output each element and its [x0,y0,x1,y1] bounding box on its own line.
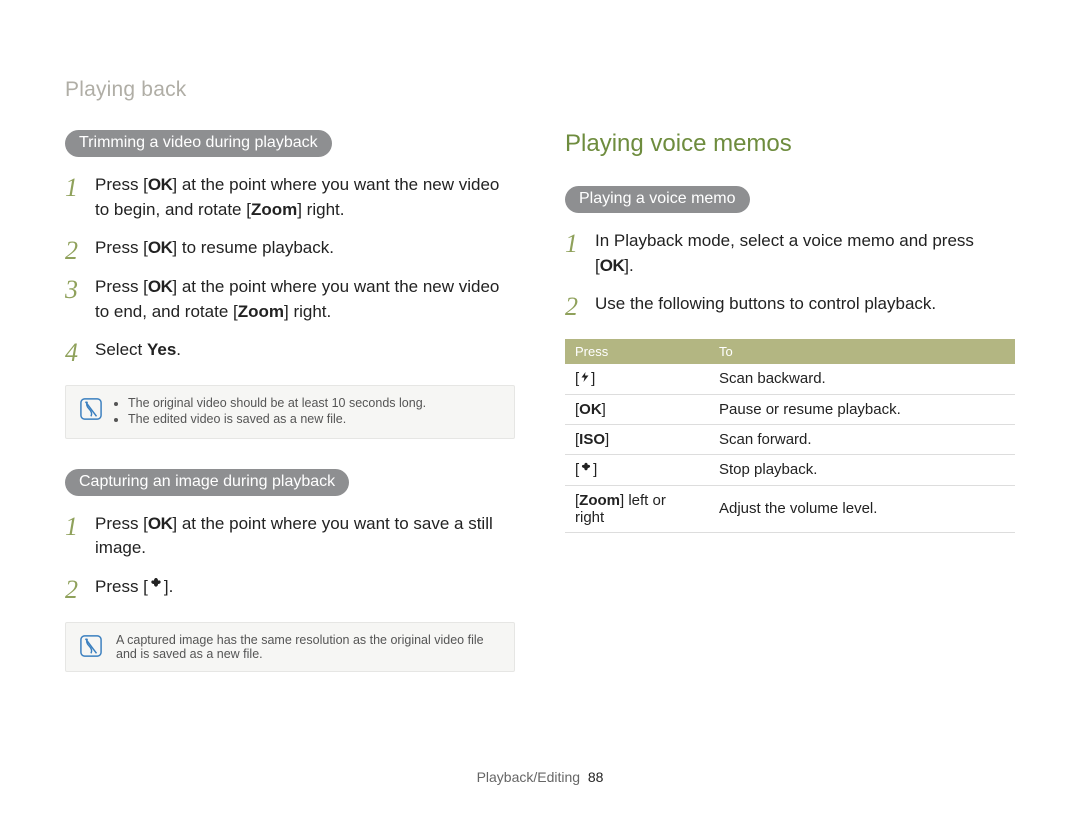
content-columns: Trimming a video during playback 1 Press… [65,130,1015,702]
steps-capturing: 1 Press [OK] at the point where you want… [65,512,515,600]
table-key-cell: [OK] [565,394,709,424]
zoom-label: Zoom [579,492,620,509]
table-row: [Zoom] left or right Adjust the volume l… [565,485,1015,532]
step-text: Select [95,340,147,359]
step-number: 2 [565,288,578,326]
pill-trimming-video: Trimming a video during playback [65,130,332,157]
steps-trimming: 1 Press [OK] at the point where you want… [65,173,515,363]
step-text: ] to resume playback. [172,238,334,257]
table-row: [OK] Pause or resume playback. [565,394,1015,424]
note-item: The original video should be at least 10… [128,396,426,410]
pill-capturing-image: Capturing an image during playback [65,469,349,496]
ok-key: OK [600,256,625,275]
table-desc-cell: Adjust the volume level. [709,485,1015,532]
table-row: [ISO] Scan forward. [565,424,1015,454]
pill-playing-voice-memo: Playing a voice memo [565,186,750,213]
flash-icon [579,370,591,388]
footer-section: Playback/Editing [477,769,581,785]
ok-key: OK [148,238,173,257]
step-text: ] right. [297,200,344,219]
note-icon [80,398,102,420]
ok-key: OK [148,175,173,194]
step-text: Press [ [95,238,148,257]
zoom-label: Zoom [238,302,284,321]
step-number: 1 [565,225,578,263]
table-desc-cell: Scan backward. [709,364,1015,395]
note-text: A captured image has the same resolution… [114,633,500,661]
step-number: 1 [65,169,78,207]
left-column: Trimming a video during playback 1 Press… [65,130,515,702]
step-item: 2 Press [OK] to resume playback. [65,236,515,261]
page-footer: Playback/Editing 88 [0,769,1080,785]
step-text: . [176,340,181,359]
yes-label: Yes [147,340,176,359]
zoom-label: Zoom [251,200,297,219]
controls-table: Press To [] Scan backward. [OK] Pause or… [565,339,1015,533]
macro-flower-icon [148,575,164,600]
step-text: Use the following buttons to control pla… [595,294,936,313]
note-item: The edited video is saved as a new file. [128,412,426,426]
ok-key: OK [148,514,173,533]
macro-flower-icon [579,461,593,479]
step-text: Press [ [95,277,148,296]
table-header-press: Press [565,339,709,364]
step-item: 1 Press [OK] at the point where you want… [65,512,515,561]
table-row: [] Stop playback. [565,454,1015,485]
step-text: ]. [624,256,633,275]
step-number: 4 [65,334,78,372]
footer-page-number: 88 [588,769,604,785]
table-desc-cell: Pause or resume playback. [709,394,1015,424]
steps-voice-memo: 1 In Playback mode, select a voice memo … [565,229,1015,317]
note-icon [80,635,102,657]
step-item: 2 Press []. [65,575,515,600]
step-text: Press [ [95,514,148,533]
table-header-row: Press To [565,339,1015,364]
note-box-capturing: A captured image has the same resolution… [65,622,515,672]
step-text: ]. [164,577,173,596]
table-desc-cell: Scan forward. [709,424,1015,454]
heading-playing-voice-memos: Playing voice memos [565,130,1015,158]
step-number: 3 [65,271,78,309]
manual-page: Playing back Trimming a video during pla… [0,0,1080,815]
ok-key: OK [148,277,173,296]
table-key-cell: [] [565,454,709,485]
breadcrumb: Playing back [65,78,1015,102]
table-key-cell: [ISO] [565,424,709,454]
ok-key: OK [579,401,602,418]
step-item: 4 Select Yes. [65,338,515,363]
step-item: 3 Press [OK] at the point where you want… [65,275,515,324]
step-number: 2 [65,232,78,270]
note-box-trimming: The original video should be at least 10… [65,385,515,439]
table-key-cell: [] [565,364,709,395]
right-column: Playing voice memos Playing a voice memo… [565,130,1015,702]
table-header-to: To [709,339,1015,364]
step-text: In Playback mode, select a voice memo an… [595,231,974,275]
step-item: 1 In Playback mode, select a voice memo … [565,229,1015,278]
table-desc-cell: Stop playback. [709,454,1015,485]
table-row: [] Scan backward. [565,364,1015,395]
note-list: The original video should be at least 10… [114,396,426,428]
table-key-cell: [Zoom] left or right [565,485,709,532]
iso-key: ISO [579,431,605,448]
step-number: 2 [65,571,78,609]
step-text: Press [ [95,175,148,194]
step-item: 2 Use the following buttons to control p… [565,292,1015,317]
step-text: ] right. [284,302,331,321]
step-text: Press [ [95,577,148,596]
step-number: 1 [65,508,78,546]
step-item: 1 Press [OK] at the point where you want… [65,173,515,222]
